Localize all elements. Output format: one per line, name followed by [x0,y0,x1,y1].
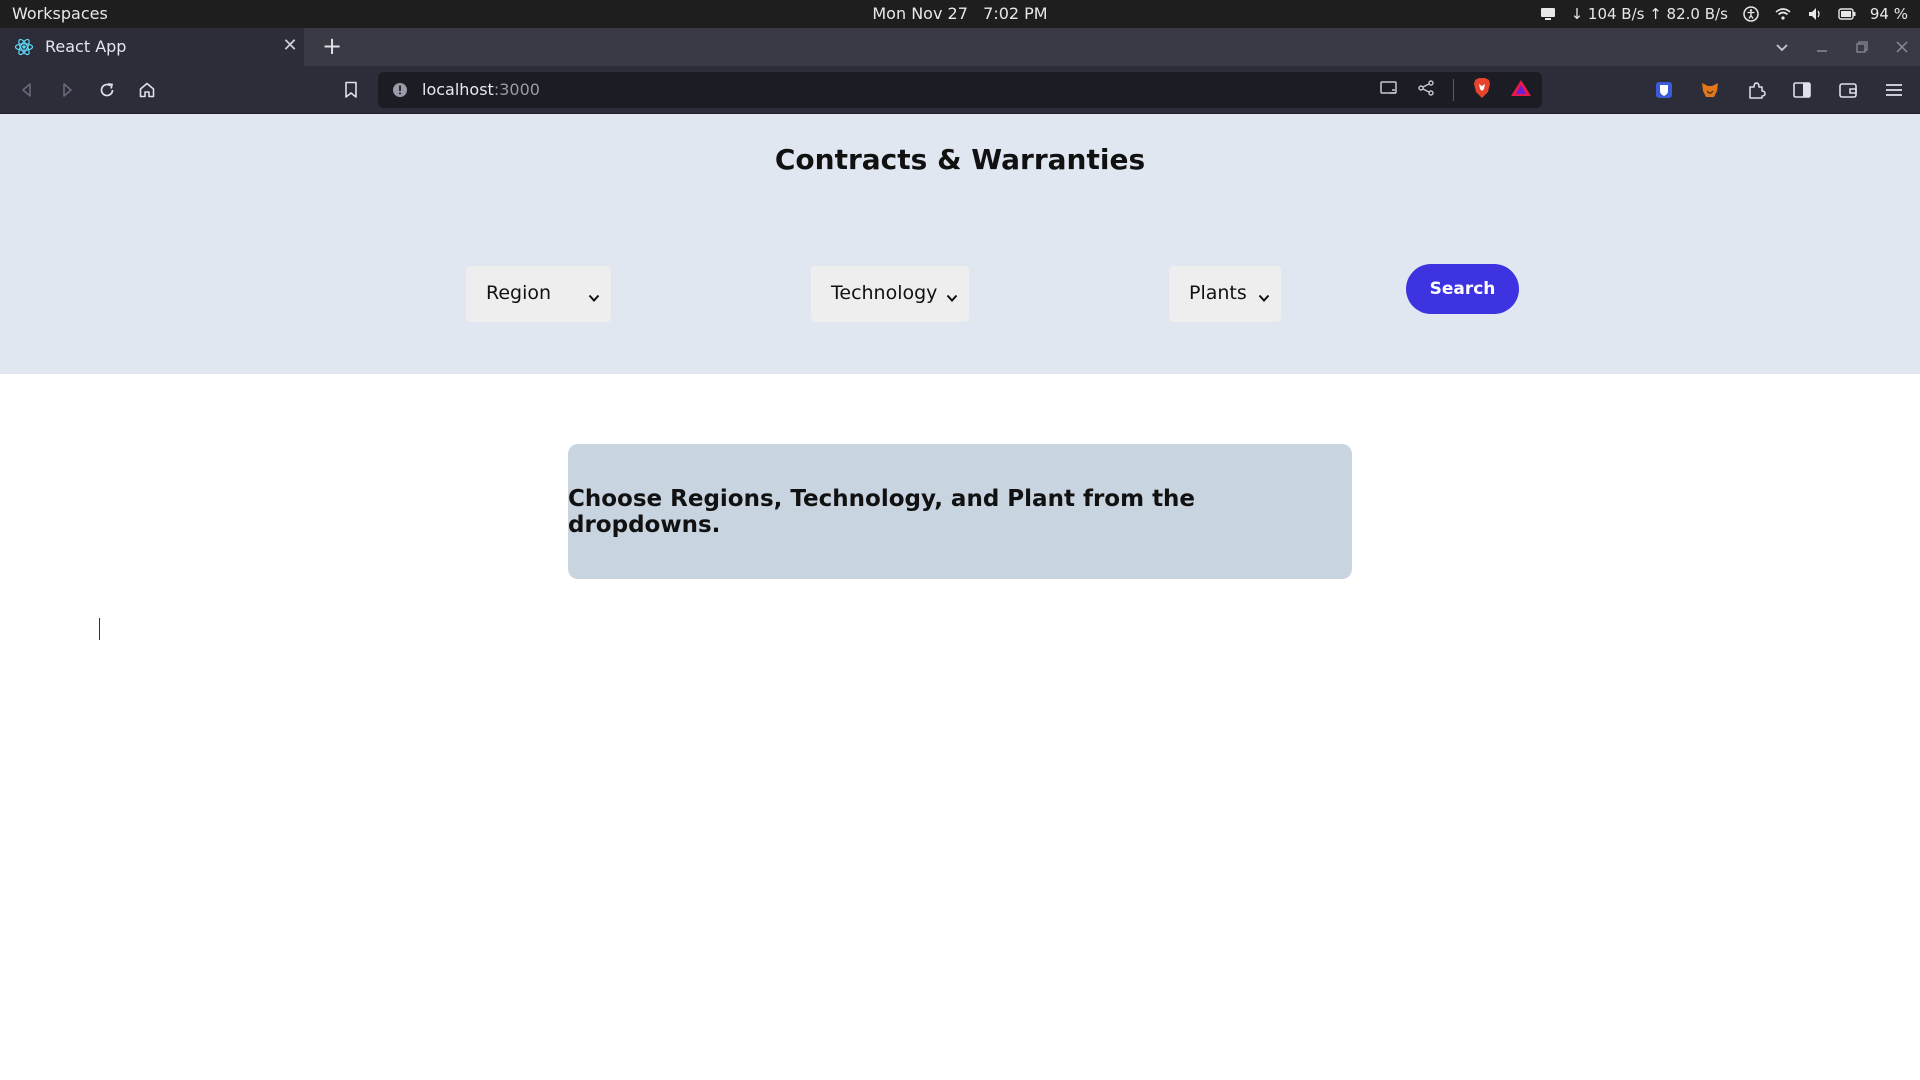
forward-icon[interactable] [55,78,79,102]
clock-date[interactable]: Mon Nov 27 [872,4,968,23]
home-icon[interactable] [135,78,159,102]
address-bar[interactable]: localhost:3000 [378,72,1542,108]
network-speed: ↓ 104 B/s ↑ 82.0 B/s [1570,5,1728,23]
close-window-icon[interactable] [1894,39,1910,55]
technology-select[interactable]: Technology [811,266,969,322]
search-button[interactable]: Search [1406,264,1519,314]
extensions-area [1652,66,1906,114]
region-select[interactable]: Region [466,266,611,322]
browser-tab[interactable]: React App ✕ [0,28,304,66]
minimize-icon[interactable] [1814,39,1830,55]
battery-icon[interactable] [1838,5,1856,23]
technology-select-value: Technology [831,282,938,304]
text-cursor [99,618,100,640]
chevron-down-icon [587,288,601,302]
instruction-text: Choose Regions, Technology, and Plant fr… [568,485,1196,538]
url-host: localhost [422,80,494,99]
plants-select-value: Plants [1189,282,1247,304]
menu-hamburger-icon[interactable] [1882,78,1906,102]
new-tab-icon[interactable]: + [320,34,344,59]
screen-share-icon[interactable] [1539,5,1557,23]
extensions-puzzle-icon[interactable] [1744,78,1768,102]
sidebar-toggle-icon[interactable] [1790,78,1814,102]
volume-icon[interactable] [1806,5,1824,23]
system-tray: ↓ 104 B/s ↑ 82.0 B/s 94 % [1539,0,1908,28]
reload-icon[interactable] [95,78,119,102]
url-text: localhost:3000 [422,80,540,99]
instruction-notice: Choose Regions, Technology, and Plant fr… [568,444,1352,579]
bookmark-icon[interactable] [339,78,363,102]
wifi-icon[interactable] [1774,5,1792,23]
metamask-extension-icon[interactable] [1698,78,1722,102]
react-icon [14,37,34,57]
window-controls [1774,28,1910,66]
tab-list-chevron-icon[interactable] [1774,39,1790,55]
chevron-down-icon [945,288,959,302]
bitwarden-extension-icon[interactable] [1652,78,1676,102]
brave-rewards-icon[interactable] [1510,78,1532,102]
page-content: Contracts & Warranties Region Technology… [0,114,1920,1080]
tab-title: React App [45,37,127,56]
wallet-icon[interactable] [1836,78,1860,102]
workspaces-button[interactable]: Workspaces [12,4,108,23]
accessibility-icon[interactable] [1742,5,1760,23]
tab-strip: React App ✕ + [0,28,1920,66]
url-port: :3000 [493,80,540,99]
page-title: Contracts & Warranties [774,143,1146,176]
share-icon[interactable] [1417,79,1435,101]
restore-icon[interactable] [1854,39,1870,55]
cast-icon[interactable] [1379,79,1399,101]
region-select-value: Region [486,282,552,304]
filter-header: Contracts & Warranties Region Technology… [0,114,1920,374]
browser-toolbar: localhost:3000 [0,66,1920,114]
site-info-icon[interactable] [392,82,408,98]
os-top-bar: Workspaces Mon Nov 27 7:02 PM ↓ 104 B/s … [0,0,1920,28]
battery-level: 94 % [1869,5,1908,23]
clock-time[interactable]: 7:02 PM [983,4,1047,23]
chevron-down-icon [1257,288,1271,302]
close-tab-icon[interactable]: ✕ [280,36,300,56]
back-icon[interactable] [15,78,39,102]
plants-select[interactable]: Plants [1169,266,1281,322]
url-separator [1453,79,1454,101]
brave-shields-icon[interactable] [1472,77,1492,103]
url-actions [1379,72,1532,108]
